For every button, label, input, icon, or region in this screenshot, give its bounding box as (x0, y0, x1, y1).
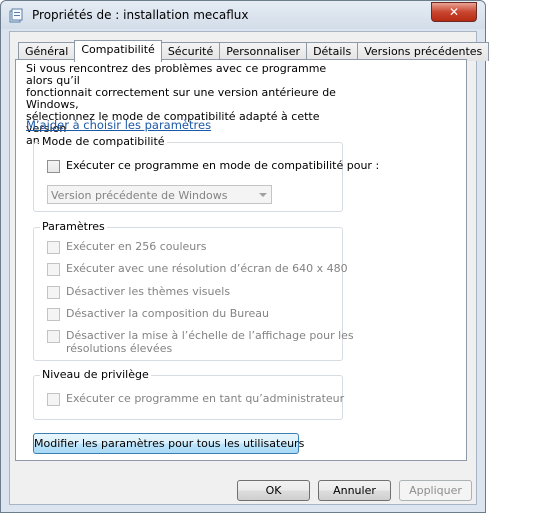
run-as-admin-row: Exécuter ce programme en tant qu’adminis… (47, 392, 344, 406)
setting-256-colors-checkbox (47, 241, 60, 254)
setting-256-colors-label: Exécuter en 256 couleurs (66, 240, 207, 253)
close-button[interactable]: ✕ (431, 2, 477, 22)
tab-strip: Général Compatibilité Sécurité Personnal… (18, 40, 490, 62)
dialog-client: Général Compatibilité Sécurité Personnal… (9, 31, 490, 505)
dpi-scaling-line-1: Désactiver la mise à l’échelle de l’affi… (66, 329, 354, 342)
tab-compatibility[interactable]: Compatibilité (74, 40, 162, 62)
apply-button: Appliquer (399, 480, 472, 501)
help-choose-settings-link[interactable]: M’aider à choisir les paramètres (26, 118, 211, 132)
windows-version-select: Version précédente de Windows (47, 185, 272, 204)
setting-disable-dpi-scaling: Désactiver la mise à l’échelle de l’affi… (47, 329, 354, 355)
dpi-scaling-line-2: résolutions élevées (66, 342, 173, 355)
close-icon: ✕ (448, 5, 460, 19)
properties-window: Propriétés de : installation mecaflux ✕ … (0, 0, 490, 513)
program-icon (9, 8, 23, 23)
setting-disable-composition: Désactiver la composition du Bureau (47, 307, 269, 321)
setting-disable-dpi-scaling-checkbox (47, 330, 60, 343)
change-settings-all-users-button[interactable]: Modifier les paramètres pour tous les ut… (33, 433, 304, 454)
compat-mode-checkbox[interactable] (47, 160, 60, 173)
compat-mode-group: Mode de compatibilité Exécuter ce progra… (33, 135, 379, 212)
windows-version-select-value: Version précédente de Windows (51, 189, 228, 202)
setting-disable-themes-label: Désactiver les thèmes visuels (66, 285, 231, 298)
run-as-admin-checkbox (47, 393, 60, 406)
setting-disable-themes: Désactiver les thèmes visuels (47, 285, 230, 299)
compat-mode-checkbox-label: Exécuter ce programme en mode de compati… (66, 159, 380, 172)
settings-group: Paramètres Exécuter en 256 couleurs Exéc… (33, 220, 354, 361)
chevron-down-icon (259, 193, 267, 197)
setting-disable-themes-checkbox (47, 286, 60, 299)
title-bar[interactable]: Propriétés de : installation mecaflux ✕ (1, 1, 485, 29)
setting-640x480: Exécuter avec une résolution d’écran de … (47, 262, 348, 276)
intro-line: Si vous rencontrez des problèmes avec ce… (26, 62, 327, 87)
compat-mode-label: Mode de compatibilité (40, 135, 167, 148)
settings-label: Paramètres (40, 220, 107, 233)
compat-mode-checkbox-row[interactable]: Exécuter ce programme en mode de compati… (47, 159, 379, 173)
setting-disable-composition-checkbox (47, 308, 60, 321)
ok-button[interactable]: OK (237, 480, 310, 501)
window-title: Propriétés de : installation mecaflux (32, 8, 249, 22)
privilege-group: Niveau de privilège Exécuter ce programm… (33, 368, 344, 420)
setting-256-colors: Exécuter en 256 couleurs (47, 240, 207, 254)
compatibility-panel: Si vous rencontrez des problèmes avec ce… (15, 59, 467, 461)
cancel-button[interactable]: Annuler (318, 480, 391, 501)
intro-line: fonctionnait correctement sur une versio… (26, 86, 336, 111)
run-as-admin-label: Exécuter ce programme en tant qu’adminis… (66, 392, 345, 405)
setting-640x480-label: Exécuter avec une résolution d’écran de … (66, 262, 348, 275)
setting-640x480-checkbox (47, 263, 60, 276)
setting-disable-composition-label: Désactiver la composition du Bureau (66, 307, 270, 320)
privilege-label: Niveau de privilège (40, 368, 151, 381)
setting-disable-dpi-scaling-label: Désactiver la mise à l’échelle de l’affi… (66, 329, 354, 355)
